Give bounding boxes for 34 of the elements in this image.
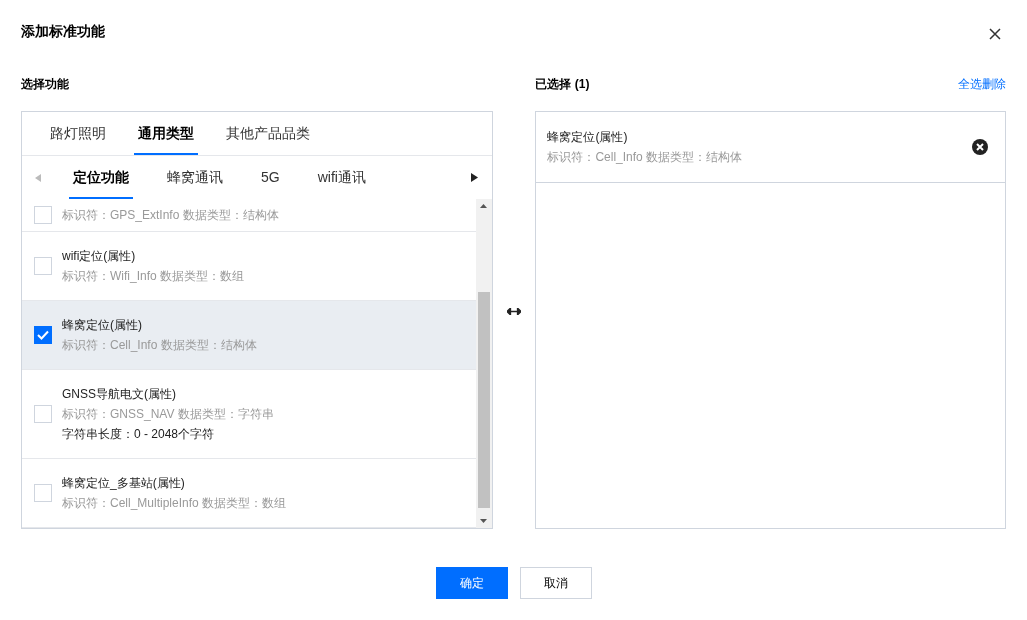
sub-tab[interactable]: wifi通讯 — [313, 156, 370, 199]
item-title: 蜂窝定位_多基站(属性) — [62, 475, 186, 492]
sub-tab[interactable]: 定位功能 — [69, 156, 133, 199]
scroll-right-icon[interactable] — [471, 173, 479, 182]
dialog-title: 添加标准功能 — [21, 21, 105, 41]
sub-tab[interactable]: 5G — [257, 156, 284, 199]
close-icon[interactable] — [989, 28, 1001, 40]
category-tab[interactable]: 其他产品品类 — [222, 112, 314, 155]
item-title: 蜂窝定位(属性) — [62, 317, 143, 334]
transfer-icon — [507, 308, 521, 315]
section-heading: 已选择 (1) — [535, 76, 590, 93]
item-title: GNSS导航电文(属性) — [62, 386, 177, 403]
sub-tab[interactable]: 蜂窝通讯 — [163, 156, 227, 199]
check-icon — [37, 330, 49, 340]
item-detail: 标识符：GNSS_NAV 数据类型：字符串 — [62, 406, 274, 423]
remove-icon[interactable] — [972, 139, 988, 155]
item-title: 蜂窝定位(属性) — [547, 129, 629, 146]
checkbox[interactable] — [34, 326, 52, 344]
section-heading: 选择功能 — [21, 76, 70, 93]
item-detail: 标识符：Wifi_Info 数据类型：数组 — [62, 268, 244, 285]
item-detail: 标识符：Cell_MultipleInfo 数据类型：数组 — [62, 495, 287, 512]
item-detail: 标识符：Cell_Info 数据类型：结构体 — [62, 337, 257, 354]
item-title: wifi定位(属性) — [62, 248, 137, 265]
item-extra: 字符串长度：0 - 2048个字符 — [62, 426, 216, 443]
item-detail: 标识符：Cell_Info 数据类型：结构体 — [547, 149, 743, 166]
scroll-up-icon[interactable] — [480, 204, 488, 208]
scrollbar[interactable] — [475, 199, 492, 528]
confirm-button[interactable]: 确定 — [435, 567, 508, 599]
cancel-button[interactable]: 取消 — [519, 567, 592, 599]
delete-all-link[interactable]: 全选删除 — [958, 75, 1006, 93]
scroll-down-icon[interactable] — [480, 519, 488, 523]
item-detail: 标识符：GPS_ExtInfo 数据类型：结构体 — [62, 207, 279, 224]
category-tab[interactable]: 通用类型 — [134, 112, 198, 155]
category-tab[interactable]: 路灯照明 — [46, 112, 110, 155]
